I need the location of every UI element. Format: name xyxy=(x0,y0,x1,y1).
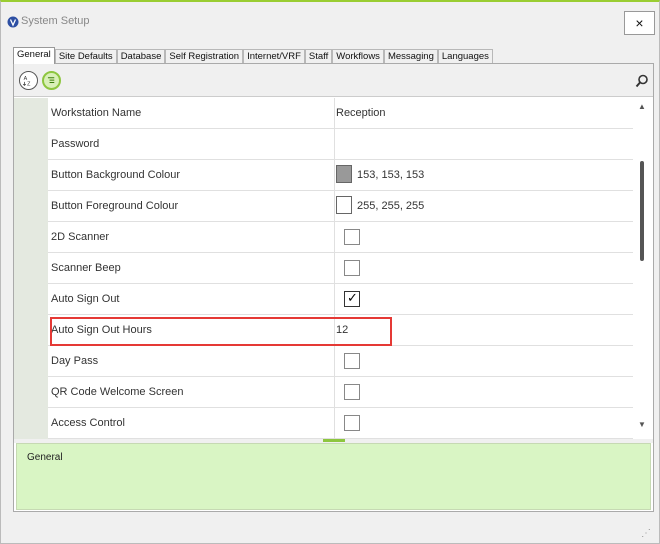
property-row-day-pass[interactable]: Day Pass xyxy=(48,346,633,377)
window-title: System Setup xyxy=(21,15,90,27)
scroll-up-arrow-icon[interactable]: ▲ xyxy=(638,102,646,111)
close-icon: × xyxy=(635,15,644,31)
svg-text:Z: Z xyxy=(27,81,31,87)
checkmark-icon: ✓ xyxy=(347,290,358,305)
2d-scanner-checkbox[interactable] xyxy=(344,229,360,245)
grid-category-margin xyxy=(14,98,48,439)
property-value[interactable]: 12 xyxy=(336,315,348,345)
property-name: Day Pass xyxy=(51,346,335,376)
day-pass-checkbox[interactable] xyxy=(344,353,360,369)
system-setup-window: System Setup × General Site Defaults Dat… xyxy=(0,0,660,544)
property-name: Button Background Colour xyxy=(51,160,335,190)
property-name: Password xyxy=(51,129,335,159)
property-name: Button Foreground Colour xyxy=(51,191,335,221)
property-grid-toolbar: A Z xyxy=(14,64,653,97)
scroll-down-arrow-icon[interactable]: ▼ xyxy=(638,420,646,429)
tab-workflows[interactable]: Workflows xyxy=(332,49,384,64)
tab-database[interactable]: Database xyxy=(116,49,166,64)
property-row-2d-scanner[interactable]: 2D Scanner xyxy=(48,222,633,253)
property-name: Auto Sign Out xyxy=(51,284,335,314)
property-row-auto-sign-out[interactable]: Auto Sign Out ✓ xyxy=(48,284,633,315)
property-rows: Workstation Name Reception Password Butt… xyxy=(48,98,633,439)
property-row-workstation-name[interactable]: Workstation Name Reception xyxy=(48,98,633,129)
color-value: 255, 255, 255 xyxy=(357,200,425,212)
property-value[interactable]: 255, 255, 255 xyxy=(336,191,424,221)
description-pane: General xyxy=(16,443,651,510)
tab-staff[interactable]: Staff xyxy=(304,49,333,64)
property-name: Scanner Beep xyxy=(51,253,335,283)
resize-grip-icon[interactable]: ⋰ xyxy=(641,528,655,542)
property-row-button-foreground-colour[interactable]: Button Foreground Colour 255, 255, 255 xyxy=(48,191,633,222)
tab-panel-general: A Z Workstation Name Reception Password … xyxy=(13,63,654,512)
title-bar: System Setup × xyxy=(1,2,659,38)
access-control-checkbox[interactable] xyxy=(344,415,360,431)
categorized-icon[interactable] xyxy=(42,71,61,90)
property-row-scanner-beep[interactable]: Scanner Beep xyxy=(48,253,633,284)
property-name: Workstation Name xyxy=(51,98,335,128)
tab-site-defaults[interactable]: Site Defaults xyxy=(54,49,117,64)
scrollbar-thumb[interactable] xyxy=(640,161,644,261)
property-name: Auto Sign Out Hours xyxy=(51,315,335,345)
tab-languages[interactable]: Languages xyxy=(437,49,493,64)
property-value[interactable]: 153, 153, 153 xyxy=(336,160,424,190)
sort-alphabetical-icon[interactable]: A Z xyxy=(19,71,38,90)
search-icon[interactable] xyxy=(635,74,649,88)
property-grid: Workstation Name Reception Password Butt… xyxy=(14,98,653,439)
scanner-beep-checkbox[interactable] xyxy=(344,260,360,276)
tab-general[interactable]: General xyxy=(13,47,55,64)
auto-sign-out-checkbox[interactable]: ✓ xyxy=(344,290,360,307)
property-name: QR Code Welcome Screen xyxy=(51,377,335,407)
vertical-scrollbar[interactable]: ▲ ▼ xyxy=(633,98,653,439)
property-value[interactable]: Reception xyxy=(336,98,386,128)
close-button[interactable]: × xyxy=(624,11,655,35)
app-logo-icon xyxy=(7,16,19,28)
property-row-access-control[interactable]: Access Control xyxy=(48,408,633,439)
property-name: Access Control xyxy=(51,408,335,438)
property-row-button-background-colour[interactable]: Button Background Colour 153, 153, 153 xyxy=(48,160,633,191)
property-row-password[interactable]: Password xyxy=(48,129,633,160)
tab-self-registration[interactable]: Self Registration xyxy=(165,49,244,64)
tab-internet-vrf[interactable]: Internet/VRF xyxy=(243,49,305,64)
color-value: 153, 153, 153 xyxy=(357,169,425,181)
property-row-auto-sign-out-hours[interactable]: Auto Sign Out Hours 12 xyxy=(48,315,633,346)
property-name: 2D Scanner xyxy=(51,222,335,252)
property-row-qr-code-welcome-screen[interactable]: QR Code Welcome Screen xyxy=(48,377,633,408)
splitter-grip[interactable] xyxy=(323,439,345,442)
qr-code-welcome-screen-checkbox[interactable] xyxy=(344,384,360,400)
description-title: General xyxy=(27,452,63,463)
tab-messaging[interactable]: Messaging xyxy=(383,49,438,64)
color-swatch xyxy=(336,165,352,184)
tab-strip: General Site Defaults Database Self Regi… xyxy=(13,47,493,64)
color-swatch xyxy=(336,196,352,215)
